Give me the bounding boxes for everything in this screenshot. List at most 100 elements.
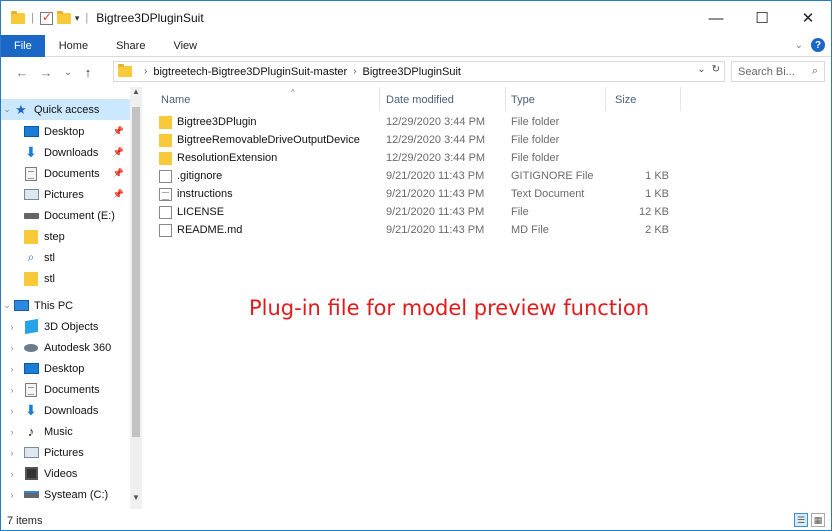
sidebar-item-3d-objects[interactable]: › 3D Objects: [1, 316, 130, 337]
pin-icon[interactable]: 📌: [113, 168, 124, 179]
table-row[interactable]: instructions 9/21/2020 11:43 PM Text Doc…: [159, 186, 679, 204]
sidebar-item-autodesk-360[interactable]: › Autodesk 360: [1, 337, 130, 358]
table-row[interactable]: README.md 9/21/2020 11:43 PM MD File 2 K…: [159, 222, 679, 240]
sidebar-item-stl[interactable]: stl: [1, 268, 130, 289]
sidebar-item-desktop[interactable]: Desktop 📌: [1, 121, 130, 142]
sidebar-item-this-pc[interactable]: ⌄ This PC: [1, 295, 130, 316]
file-date: 12/29/2020 3:44 PM: [386, 116, 486, 128]
sidebar-item-label: Document (E:): [44, 209, 115, 222]
scroll-up-icon[interactable]: ▲: [132, 87, 140, 96]
chevron-right-icon[interactable]: ›: [1, 469, 23, 479]
sidebar-item-documents[interactable]: Documents 📌: [1, 163, 130, 184]
videos-icon: [24, 467, 38, 480]
sidebar-item-stl-search[interactable]: ⌕ stl: [1, 247, 130, 268]
chevron-right-icon[interactable]: ›: [1, 343, 23, 353]
close-button[interactable]: ✕: [785, 1, 831, 35]
column-divider[interactable]: [505, 87, 506, 111]
file-size: 2 KB: [645, 224, 669, 236]
status-bar: 7 items ☰ ▦: [1, 511, 831, 531]
chevron-right-icon[interactable]: ›: [1, 406, 23, 416]
forward-button[interactable]: →: [37, 65, 55, 80]
table-row[interactable]: ResolutionExtension 12/29/2020 3:44 PM F…: [159, 150, 679, 168]
tab-home[interactable]: Home: [45, 35, 102, 57]
sidebar-item-pictures-pc[interactable]: › Pictures: [1, 442, 130, 463]
maximize-button[interactable]: ☐: [739, 1, 785, 35]
column-header-name[interactable]: Name ^: [161, 88, 361, 111]
pin-icon[interactable]: 📌: [113, 126, 124, 137]
tab-file[interactable]: File: [1, 34, 45, 57]
folder-icon: [159, 116, 172, 129]
recent-locations-button[interactable]: ⌄: [59, 67, 77, 78]
sidebar-item-desktop-pc[interactable]: › Desktop: [1, 358, 130, 379]
table-row[interactable]: Bigtree3DPlugin 12/29/2020 3:44 PM File …: [159, 114, 679, 132]
sidebar-item-label: Downloads: [44, 146, 99, 159]
folder-icon: [118, 64, 132, 77]
sidebar-item-label: Pictures: [44, 446, 84, 459]
address-dropdown-icon[interactable]: ⌄: [697, 64, 705, 75]
up-button[interactable]: ↑: [79, 65, 97, 80]
table-row[interactable]: LICENSE 9/21/2020 11:43 PM File 12 KB: [159, 204, 679, 222]
column-divider[interactable]: [379, 87, 380, 111]
pin-icon[interactable]: 📌: [113, 189, 124, 200]
large-icons-view-icon[interactable]: ▦: [811, 513, 825, 527]
sidebar-item-downloads-pc[interactable]: › ⬇ Downloads: [1, 400, 130, 421]
sidebar-item-downloads[interactable]: ⬇ Downloads 📌: [1, 142, 130, 163]
chevron-right-icon[interactable]: ›: [1, 448, 23, 458]
minimize-button[interactable]: —: [693, 1, 739, 35]
tab-share[interactable]: Share: [102, 35, 159, 57]
column-header-type[interactable]: Type: [511, 89, 611, 111]
details-view-icon[interactable]: ☰: [794, 513, 808, 527]
tab-view[interactable]: View: [159, 35, 211, 57]
navigation-pane: ⌄ ★ Quick access Desktop 📌 ⬇ Downloads 📌…: [1, 87, 143, 509]
column-divider[interactable]: [680, 87, 681, 111]
help-icon[interactable]: ?: [811, 38, 825, 52]
chevron-right-icon[interactable]: ›: [1, 322, 23, 332]
column-header-date[interactable]: Date modified: [386, 89, 506, 111]
search-icon: ⌕: [811, 65, 818, 77]
file-name: ResolutionExtension: [177, 152, 278, 164]
refresh-icon[interactable]: ↻: [712, 64, 720, 75]
chevron-down-icon[interactable]: ⌄: [1, 300, 13, 311]
chevron-right-icon[interactable]: ›: [1, 364, 23, 374]
computer-icon: [13, 300, 29, 311]
pin-icon[interactable]: 📌: [113, 147, 124, 158]
chevron-right-icon[interactable]: ›: [1, 490, 23, 500]
back-button[interactable]: ←: [13, 65, 31, 80]
sidebar-item-label: Documents: [44, 383, 100, 396]
sidebar-item-pictures[interactable]: Pictures 📌: [1, 184, 130, 205]
file-date: 9/21/2020 11:43 PM: [386, 224, 485, 236]
table-row[interactable]: .gitignore 9/21/2020 11:43 PM GITIGNORE …: [159, 168, 679, 186]
sidebar-item-step[interactable]: step: [1, 226, 130, 247]
table-row[interactable]: BigtreeRemovableDriveOutputDevice 12/29/…: [159, 132, 679, 150]
sidebar-item-quick-access[interactable]: ⌄ ★ Quick access: [1, 99, 130, 120]
file-size: 1 KB: [645, 170, 669, 182]
documents-icon: [25, 382, 37, 397]
new-folder-icon[interactable]: [56, 10, 71, 24]
sidebar-item-label: Autodesk 360: [44, 341, 112, 354]
file-type: GITIGNORE File: [511, 170, 594, 182]
sidebar-item-music[interactable]: › ♪ Music: [1, 421, 130, 442]
sidebar-item-videos[interactable]: › Videos: [1, 463, 130, 484]
scroll-down-icon[interactable]: ▼: [132, 493, 140, 502]
breadcrumb-item[interactable]: bigtreetech-Bigtree3DPluginSuit-master: [153, 66, 347, 78]
expand-ribbon-icon[interactable]: ⌄: [795, 40, 803, 51]
search-placeholder: Search Bi...: [738, 65, 795, 78]
sidebar-item-document-e[interactable]: Document (E:): [1, 205, 130, 226]
sidebar-item-system-c[interactable]: › Systeam (C:): [1, 484, 130, 505]
column-divider[interactable]: [605, 87, 606, 111]
address-actions: ⌄ ↻: [697, 64, 720, 75]
sidebar-scrollbar-thumb[interactable]: [132, 107, 140, 437]
breadcrumb-item[interactable]: Bigtree3DPluginSuit: [363, 66, 461, 78]
chevron-right-icon[interactable]: ›: [1, 427, 23, 437]
address-bar[interactable]: › bigtreetech-Bigtree3DPluginSuit-master…: [113, 61, 725, 82]
chevron-down-icon[interactable]: ⌄: [1, 104, 13, 115]
sidebar-item-documents-pc[interactable]: › Documents: [1, 379, 130, 400]
column-header-size[interactable]: Size: [615, 89, 675, 111]
chevron-right-icon[interactable]: ›: [1, 385, 23, 395]
properties-icon[interactable]: [39, 10, 53, 25]
customize-toolbar-dropdown[interactable]: ▾: [75, 13, 80, 24]
sidebar-item-label: Pictures: [44, 188, 84, 201]
sidebar-item-label: Documents: [44, 167, 100, 180]
star-icon: ★: [15, 101, 27, 117]
search-input[interactable]: Search Bi... ⌕: [731, 61, 825, 82]
